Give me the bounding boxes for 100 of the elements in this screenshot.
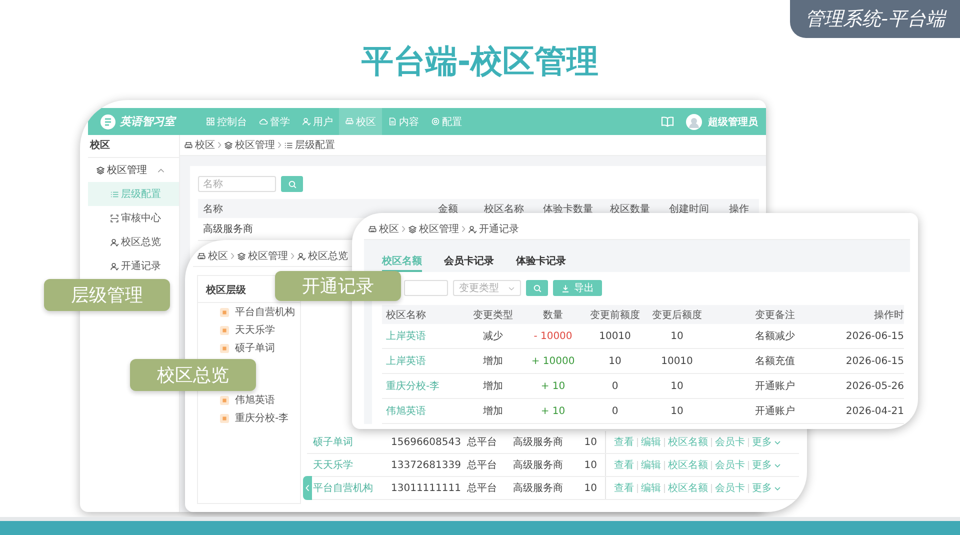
action-link[interactable]: 查看 [614,481,634,495]
caret-icon [508,286,515,290]
column-header: 操作 [728,202,750,216]
name-field[interactable] [404,280,448,296]
person-icon [110,262,119,270]
person-icon [297,252,306,260]
search-icon [532,284,542,292]
table-cell: 0 [612,406,618,416]
table-cell-text: 高级服务商 [203,222,253,236]
action-link[interactable]: 查看 [614,435,634,449]
campus-link[interactable]: 伟旭英语 [386,404,426,418]
sidebar-item[interactable]: 开通记录 [88,254,179,278]
square-icon [220,308,229,316]
column-header: 变更备注 [755,308,795,322]
more-link[interactable]: 更多 [752,435,781,449]
action-link[interactable]: 校区名额 [668,458,708,472]
nav-tab[interactable]: 用户 [296,108,339,135]
slide-title: 平台端-校区管理 [360,41,600,82]
campus-link[interactable]: 天天乐学 [313,458,353,472]
breadcrumb-link[interactable]: 校区管理 [419,222,459,236]
breadcrumb-link[interactable]: 校区 [379,222,399,236]
column-header: 体验卡数量 [542,202,594,216]
sidebar-item[interactable]: 审核中心 [88,206,179,230]
avatar-icon[interactable] [686,114,702,130]
nav-tab[interactable]: 控制台 [200,108,253,135]
gear-icon [431,117,440,126]
menu-group[interactable]: 校区管理 [88,158,179,182]
search-field[interactable]: 名称 [198,176,276,192]
list-icon [110,190,119,198]
campus-link[interactable]: 硕子单词 [313,435,353,449]
table-cell: 10 [670,380,684,392]
action-link[interactable]: 编辑 [641,481,661,495]
table-cell: 15696608543 [391,436,461,448]
column-header: 数量 [543,308,563,322]
action-link[interactable]: 编辑 [641,435,661,449]
action-link[interactable]: 校区名额 [668,435,708,449]
breadcrumb-link[interactable]: 校区管理 [248,249,288,263]
breadcrumb-link[interactable]: 校区 [195,138,215,152]
table-cell-text: 增加 [483,380,503,393]
breadcrumb-link[interactable]: 校区 [208,249,228,263]
table-cell: 10 [608,356,622,366]
tree-item[interactable]: 硕子单词 [198,339,300,357]
column-header: 变更类型 [473,308,513,322]
printer-icon [184,140,193,150]
table-cell-text: 增加 [483,354,503,368]
type-dropdown[interactable]: 变更类型 [453,280,521,296]
book-icon[interactable] [661,116,674,127]
campus-link[interactable]: 重庆分校-李 [386,379,440,393]
breadcrumb-link[interactable]: 开通记录 [479,222,519,236]
nav-tab[interactable]: 内容 [382,108,425,135]
action-link[interactable]: 编辑 [641,458,661,472]
more-link[interactable]: 更多 [752,481,781,495]
document-icon [388,117,397,126]
action-link[interactable]: 会员卡 [715,458,745,472]
sidebar-item[interactable]: 校区总览 [88,230,179,254]
tree-item[interactable]: 天天乐学 [198,321,300,339]
export-button[interactable]: 导出 [553,280,602,296]
breadcrumb-link[interactable]: 层级配置 [295,138,335,152]
search-icon [288,180,296,188]
nav-tab[interactable]: 督学 [253,108,296,135]
action-link[interactable]: 校区名额 [668,481,708,495]
sidebar-item[interactable]: 层级配置 [88,182,179,206]
tree-item[interactable]: 重庆分校-李 [198,409,300,427]
chevron-right-icon [217,141,222,149]
breadcrumb-link[interactable]: 校区总览 [308,249,348,263]
campus-link[interactable]: 平台自营机构 [313,481,373,495]
campus-link[interactable]: 上岸英语 [386,329,426,343]
table-cell-text: 开通账户 [755,380,795,393]
table-cell-text: 高级服务商 [513,482,563,495]
person-icon [302,117,311,126]
caret-icon [774,462,781,468]
user-name: 超级管理员 [708,116,758,128]
table-cell: 13011111111 [391,482,461,494]
action-link[interactable]: 会员卡 [715,481,745,495]
tab[interactable]: 会员卡记录 [444,254,494,272]
tree-item[interactable]: 平台自营机构 [198,303,300,321]
printer-icon [345,117,354,126]
breadcrumb-link[interactable]: 校区管理 [235,138,275,152]
printer-icon [368,224,377,234]
nav-tab[interactable]: 校区 [339,108,382,135]
table-cell: - 10000 [534,330,572,342]
table-cell: 10 [584,460,597,470]
collapse-button[interactable] [303,476,312,500]
sidebar-title: 校区 [88,135,179,158]
action-link[interactable]: 会员卡 [715,435,745,449]
table-cell: 10 [584,482,597,494]
more-link[interactable]: 更多 [752,458,781,472]
column-header: 金额 [437,202,459,216]
chevron-right-icon [461,225,466,233]
table-cell: 0 [612,380,618,392]
tab[interactable]: 体验卡记录 [516,254,566,272]
nav-tab[interactable]: 配置 [425,108,468,135]
column-header: 变更后额度 [652,308,702,322]
tree-item[interactable]: 伟旭英语 [198,391,300,409]
table-cell: + 10 [540,380,566,392]
search-button[interactable] [281,176,303,192]
search-button[interactable] [526,280,548,296]
campus-link[interactable]: 上岸英语 [386,354,426,368]
action-link[interactable]: 查看 [614,458,634,472]
scan-icon [110,214,119,222]
